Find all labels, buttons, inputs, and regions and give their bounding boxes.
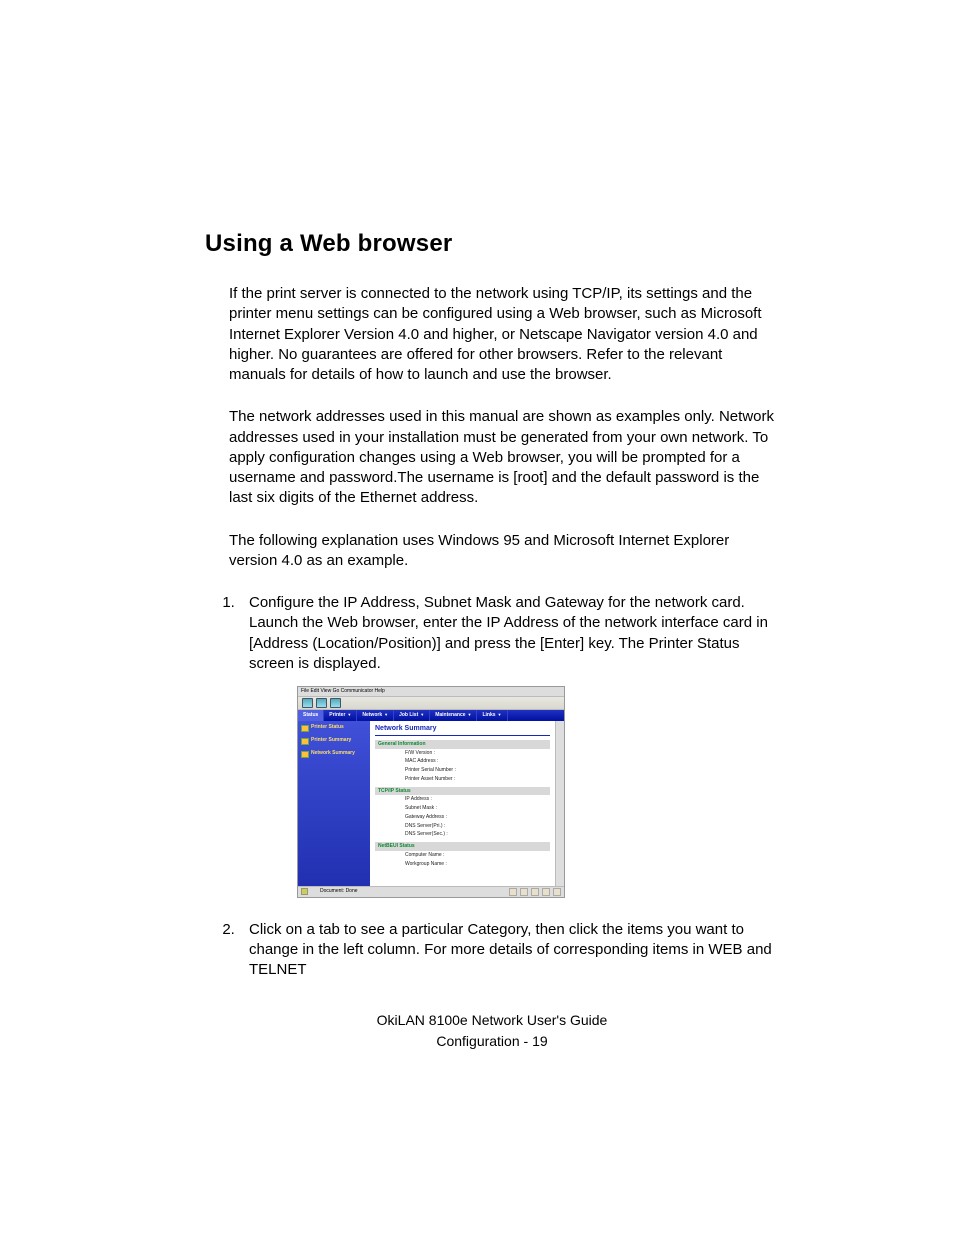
step-item: Configure the IP Address, Subnet Mask an… [239,593,779,898]
browser-menubar: File Edit View Go Communicator Help [298,687,564,697]
toolbar-icon [330,698,341,708]
body-paragraph: The following explanation uses Windows 9… [229,531,779,572]
body-paragraph: If the print server is connected to the … [229,284,779,385]
nav-tabs: Status Printer▼ Network▼ Job List▼ Maint… [298,710,564,721]
page-footer: OkiLAN 8100e Network User's Guide Config… [205,1010,779,1052]
step-item: Click on a tab to see a particular Categ… [239,920,779,981]
step-text: Click on a tab to see a particular Categ… [249,921,772,979]
field-row: Gateway Address : [375,813,550,822]
field-row: DNS Server(Sec.) : [375,830,550,839]
field-row: Printer Serial Number : [375,766,550,775]
sidebar-item-printer-summary[interactable]: Printer Summary [301,738,367,745]
status-icon [542,888,550,896]
tab-links[interactable]: Links▼ [477,710,507,721]
sidebar: Printer Status Printer Summary Network S… [298,721,370,886]
browser-toolbar [298,697,564,710]
sidebar-item-network-summary[interactable]: Network Summary [301,751,367,758]
field-row: Workgroup Name : [375,860,550,869]
section-header: NetBEUI Status [375,842,550,851]
folder-icon [301,751,309,758]
status-text: Document: Done [308,888,509,895]
toolbar-icon [316,698,327,708]
page-title: Using a Web browser [205,230,779,258]
tab-network[interactable]: Network▼ [357,710,394,721]
field-row: F/W Version : [375,749,550,758]
status-icon [520,888,528,896]
field-row: Computer Name : [375,851,550,860]
sidebar-item-printer-status[interactable]: Printer Status [301,725,367,732]
status-icon [553,888,561,896]
step-text: Configure the IP Address, Subnet Mask an… [249,594,768,672]
field-row: Printer Asset Number : [375,775,550,784]
lock-icon [301,888,308,895]
field-row: DNS Server(Pri.) : [375,822,550,831]
content-heading: Network Summary [375,724,550,736]
status-icon [531,888,539,896]
folder-icon [301,738,309,745]
status-icon [509,888,517,896]
embedded-screenshot: File Edit View Go Communicator Help Stat… [297,686,565,898]
footer-title: OkiLAN 8100e Network User's Guide [205,1010,779,1031]
tab-printer[interactable]: Printer▼ [324,710,357,721]
content-pane: Network Summary General Information F/W … [370,721,555,886]
scrollbar[interactable] [555,721,564,886]
field-row: Subnet Mask : [375,804,550,813]
browser-statusbar: Document: Done [298,886,564,897]
section-header: General Information [375,740,550,749]
toolbar-icon [302,698,313,708]
folder-icon [301,725,309,732]
footer-pageref: Configuration - 19 [205,1031,779,1052]
tab-status[interactable]: Status [298,710,324,721]
field-row: IP Address : [375,795,550,804]
section-header: TCP/IP Status [375,787,550,796]
field-row: MAC Address : [375,757,550,766]
tab-joblist[interactable]: Job List▼ [394,710,430,721]
tab-maintenance[interactable]: Maintenance▼ [430,710,477,721]
body-paragraph: The network addresses used in this manua… [229,407,779,508]
